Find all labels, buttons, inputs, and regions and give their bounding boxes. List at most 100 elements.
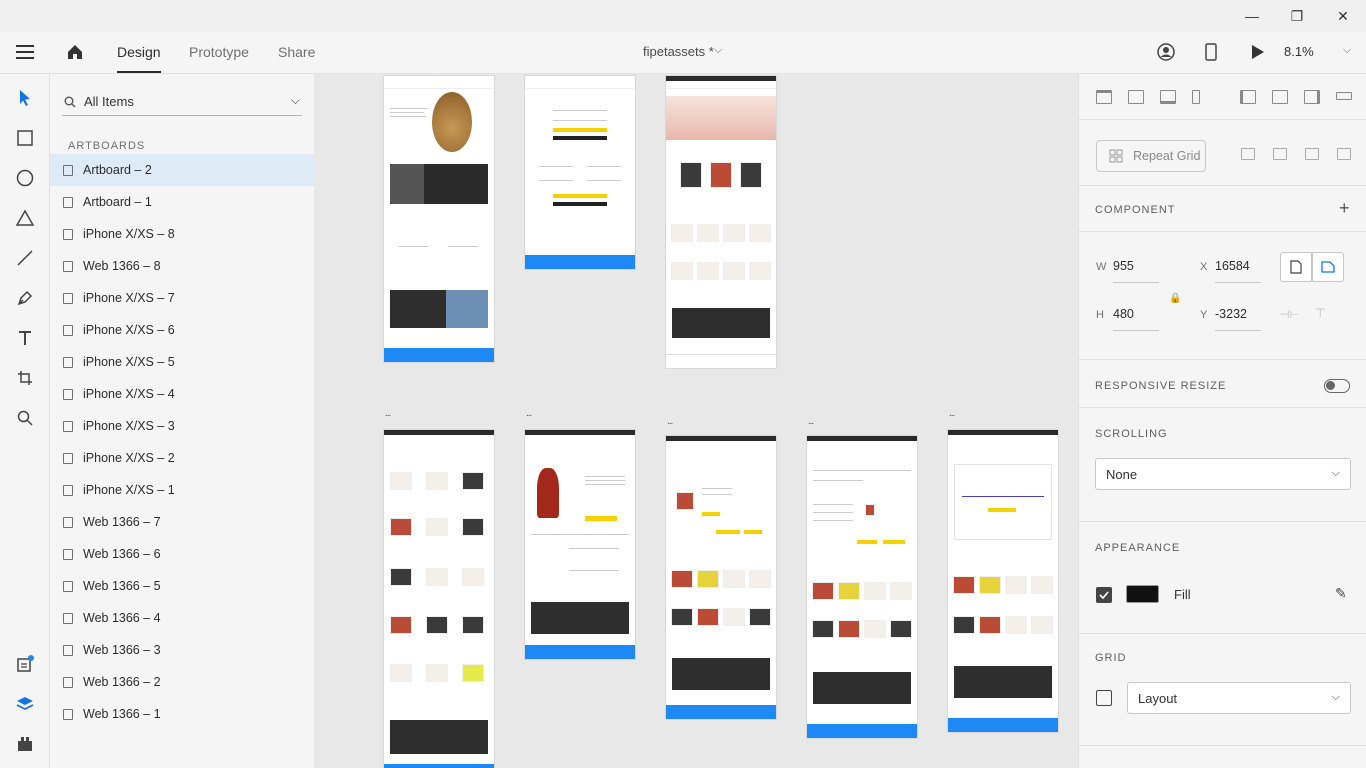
artboard-thumbnail[interactable]: [807, 436, 917, 738]
boolean-subtract-icon[interactable]: [1273, 148, 1287, 160]
artboard-icon: [63, 356, 73, 368]
line-tool-icon[interactable]: [12, 245, 38, 271]
layer-label: iPhone X/XS – 3: [83, 419, 175, 433]
align-right-icon[interactable]: [1304, 90, 1320, 104]
section-label: ARTBOARDS: [68, 140, 146, 152]
assets-icon[interactable]: [12, 651, 38, 677]
plugins-icon[interactable]: [12, 731, 38, 757]
chevron-down-icon[interactable]: ⌵: [714, 44, 722, 57]
tab-share[interactable]: Share: [278, 44, 315, 60]
scrolling-label: SCROLLING: [1095, 428, 1168, 440]
layer-item[interactable]: iPhone X/XS – 6: [50, 314, 314, 346]
design-canvas[interactable]: ... ... ... ... ...: [314, 74, 1078, 768]
artboard-tool-icon[interactable]: [12, 365, 38, 391]
layer-item[interactable]: Web 1366 – 1: [50, 698, 314, 730]
document-title[interactable]: fipetassets *: [643, 44, 714, 59]
layers-icon[interactable]: [12, 691, 38, 717]
artboard-thumbnail[interactable]: [948, 430, 1058, 732]
layers-filter-dropdown[interactable]: All Items ⌵: [62, 88, 302, 116]
layer-item[interactable]: Web 1366 – 6: [50, 538, 314, 570]
distribute-horizontal-icon[interactable]: [1336, 92, 1352, 100]
eyedropper-icon[interactable]: ✎: [1335, 585, 1347, 602]
responsive-resize-toggle[interactable]: [1324, 379, 1350, 393]
repeat-grid-button[interactable]: Repeat Grid: [1096, 140, 1206, 172]
layer-item[interactable]: Web 1366 – 5: [50, 570, 314, 602]
layer-item[interactable]: iPhone X/XS – 7: [50, 282, 314, 314]
zoom-chevron-icon[interactable]: ⌵: [1343, 44, 1351, 57]
artboard-icon: [63, 388, 73, 400]
align-middle-icon[interactable]: [1128, 90, 1144, 104]
fill-color-swatch[interactable]: [1126, 585, 1159, 603]
lock-aspect-icon[interactable]: 🔒: [1169, 293, 1181, 304]
ellipse-tool-icon[interactable]: [12, 165, 38, 191]
layer-item[interactable]: Web 1366 – 3: [50, 634, 314, 666]
device-preview-icon[interactable]: [1205, 43, 1217, 66]
scrolling-value: None: [1106, 466, 1138, 482]
align-left-icon[interactable]: [1240, 90, 1256, 104]
artboard-thumbnail[interactable]: [666, 76, 776, 368]
tab-design[interactable]: Design: [117, 44, 161, 73]
width-field[interactable]: 955: [1113, 259, 1134, 273]
zoom-tool-icon[interactable]: [12, 405, 38, 431]
zoom-level[interactable]: 8.1%: [1284, 44, 1314, 59]
text-tool-icon[interactable]: [12, 325, 38, 351]
boolean-intersect-icon[interactable]: [1305, 148, 1319, 160]
layer-item[interactable]: iPhone X/XS – 8: [50, 218, 314, 250]
fill-checkbox[interactable]: [1096, 587, 1112, 603]
rectangle-tool-icon[interactable]: [12, 125, 38, 151]
y-position-field[interactable]: -3232: [1215, 307, 1247, 321]
tab-prototype[interactable]: Prototype: [189, 44, 249, 60]
artboard-thumbnail[interactable]: [666, 436, 776, 719]
align-bottom-icon[interactable]: [1160, 90, 1176, 104]
user-profile-icon[interactable]: [1157, 43, 1175, 66]
layer-item[interactable]: iPhone X/XS – 2: [50, 442, 314, 474]
polygon-tool-icon[interactable]: [12, 205, 38, 231]
close-button[interactable]: ✕: [1320, 0, 1366, 32]
layer-item[interactable]: Web 1366 – 7: [50, 506, 314, 538]
restore-button[interactable]: ❐: [1274, 0, 1320, 32]
scrolling-select[interactable]: None ⌵: [1095, 458, 1351, 490]
artboard-menu-icon[interactable]: ...: [808, 416, 814, 427]
minimize-button[interactable]: —: [1229, 0, 1275, 32]
top-bar: Design Prototype Share fipetassets * ⌵ 8…: [0, 32, 1366, 74]
artboard-menu-icon[interactable]: ...: [385, 408, 391, 419]
layer-item[interactable]: Web 1366 – 2: [50, 666, 314, 698]
artboard-icon: [63, 516, 73, 528]
x-position-field[interactable]: 16584: [1215, 259, 1250, 273]
artboard-menu-icon[interactable]: ...: [667, 416, 673, 427]
hamburger-menu-icon[interactable]: [16, 45, 34, 64]
artboard-thumbnail[interactable]: [384, 76, 494, 362]
layer-item[interactable]: Artboard – 1: [50, 186, 314, 218]
add-component-button[interactable]: +: [1339, 198, 1350, 219]
align-top-icon[interactable]: [1096, 90, 1112, 104]
select-tool-icon[interactable]: [12, 85, 38, 111]
flip-horizontal-icon[interactable]: ⊣⊢: [1280, 308, 1299, 321]
layer-item[interactable]: iPhone X/XS – 4: [50, 378, 314, 410]
flip-vertical-icon[interactable]: ⊤: [1315, 306, 1325, 320]
boolean-add-icon[interactable]: [1241, 148, 1255, 160]
artboard-menu-icon[interactable]: ...: [526, 408, 532, 419]
home-icon[interactable]: [66, 43, 84, 66]
distribute-vertical-icon[interactable]: [1192, 90, 1200, 104]
layer-item[interactable]: iPhone X/XS – 5: [50, 346, 314, 378]
layer-item[interactable]: iPhone X/XS – 1: [50, 474, 314, 506]
layer-item[interactable]: iPhone X/XS – 3: [50, 410, 314, 442]
pen-tool-icon[interactable]: [12, 285, 38, 311]
layer-item[interactable]: Web 1366 – 4: [50, 602, 314, 634]
artboard-thumbnail[interactable]: [384, 430, 494, 768]
fixed-size-button[interactable]: [1280, 252, 1312, 282]
align-center-icon[interactable]: [1272, 90, 1288, 104]
height-label: H: [1096, 309, 1104, 321]
artboard-menu-icon[interactable]: ...: [949, 408, 955, 419]
artboard-icon: [63, 676, 73, 688]
artboard-thumbnail[interactable]: [525, 76, 635, 269]
play-icon[interactable]: [1251, 44, 1265, 65]
layer-item[interactable]: Artboard – 2: [50, 154, 314, 186]
grid-type-select[interactable]: Layout ⌵: [1127, 682, 1351, 714]
height-field[interactable]: 480: [1113, 307, 1134, 321]
artboard-thumbnail[interactable]: [525, 430, 635, 659]
boolean-exclude-icon[interactable]: [1337, 148, 1351, 160]
viewport-height-button[interactable]: [1312, 252, 1344, 282]
grid-checkbox[interactable]: [1096, 690, 1112, 706]
layer-item[interactable]: Web 1366 – 8: [50, 250, 314, 282]
